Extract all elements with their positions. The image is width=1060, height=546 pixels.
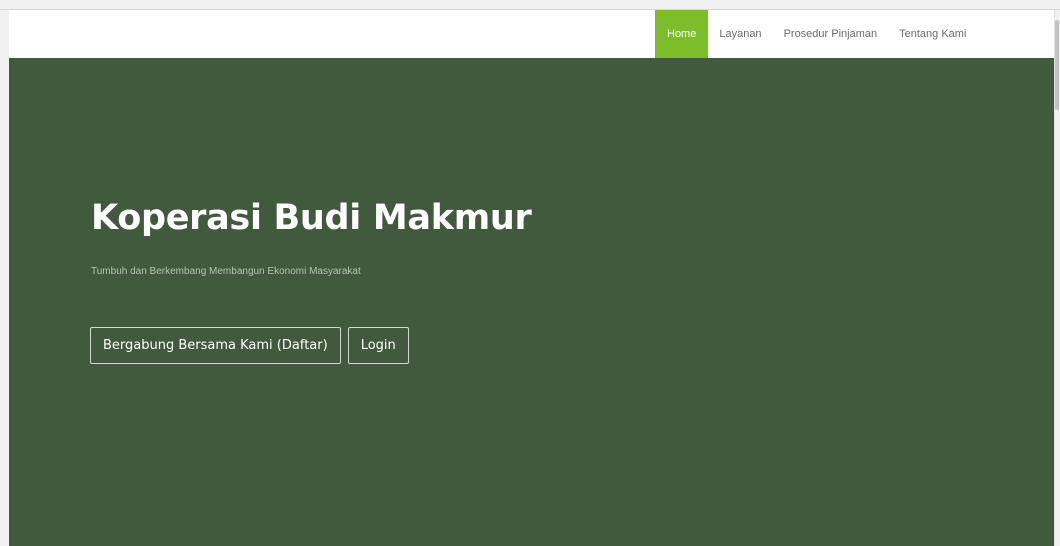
- hero-subtitle: Tumbuh dan Berkembang Membangun Ekonomi …: [91, 266, 361, 277]
- hero-section: Koperasi Budi Makmur Tumbuh dan Berkemba…: [9, 58, 1054, 546]
- scrollbar-thumb[interactable]: [1055, 20, 1059, 110]
- nav-menu: Home Layanan Prosedur Pinjaman Tentang K…: [655, 10, 977, 58]
- nav-item-prosedur-pinjaman[interactable]: Prosedur Pinjaman: [773, 10, 889, 58]
- navbar: Home Layanan Prosedur Pinjaman Tentang K…: [9, 10, 1054, 58]
- hero-title: Koperasi Budi Makmur: [91, 198, 532, 238]
- nav-item-tentang-kami[interactable]: Tentang Kami: [888, 10, 977, 58]
- login-button[interactable]: Login: [347, 327, 409, 364]
- hero-buttons: Bergabung Bersama Kami (Daftar) Login: [90, 327, 409, 364]
- nav-item-home[interactable]: Home: [655, 10, 709, 58]
- browser-top-edge: [0, 0, 1060, 10]
- page: Home Layanan Prosedur Pinjaman Tentang K…: [0, 0, 1060, 546]
- nav-item-layanan[interactable]: Layanan: [708, 10, 772, 58]
- register-button[interactable]: Bergabung Bersama Kami (Daftar): [90, 327, 341, 364]
